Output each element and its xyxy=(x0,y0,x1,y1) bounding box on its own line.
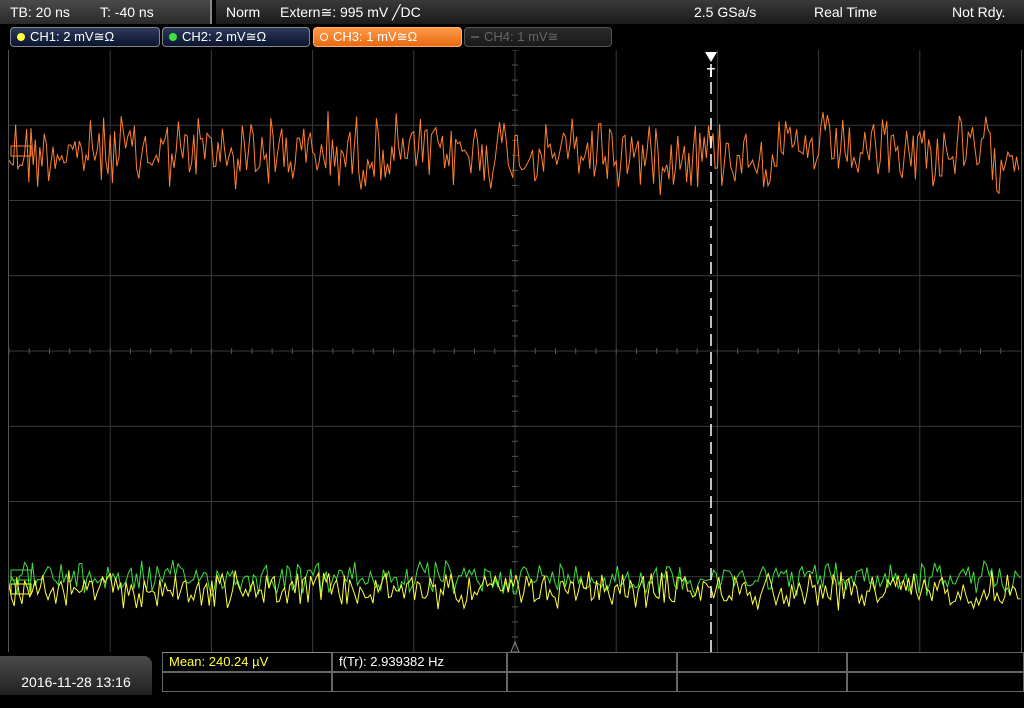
measurement-slot-4 xyxy=(677,652,847,672)
trigger-offset-label: T: -40 ns xyxy=(100,4,154,20)
channel-tab-ch2[interactable]: CH2: 2 mV≅Ω xyxy=(162,27,310,47)
measurement-mean: Mean: 240.24 µV xyxy=(162,652,332,672)
channel-tabs: CH1: 2 mV≅Ω CH2: 2 mV≅Ω CH3: 1 mV≅Ω CH4:… xyxy=(0,24,1024,50)
acquisition-mode: Real Time xyxy=(814,4,878,20)
trigger-source: Extern≅: 995 mV ╱DC xyxy=(280,4,421,20)
datetime-display: 2016-11-28 13:16 xyxy=(0,656,152,695)
measurement-slot-7 xyxy=(332,672,507,692)
channel-tab-ch3[interactable]: CH3: 1 mV≅Ω xyxy=(313,27,462,47)
sample-rate: 2.5 GSa/s xyxy=(694,4,757,20)
channel-tab-ch4[interactable]: CH4: 1 mV≅ xyxy=(464,27,612,47)
ch3-waveform xyxy=(9,111,1020,196)
timebase-box[interactable]: TB: 20 ns T: -40 ns xyxy=(0,0,212,24)
graticule: T xyxy=(9,50,1021,652)
ch1-color-icon xyxy=(17,33,25,41)
trigger-position-arrow-icon xyxy=(705,52,717,62)
top-bar: TB: 20 ns T: -40 ns Norm Extern≅: 995 mV… xyxy=(0,0,1024,24)
ch4-off-icon xyxy=(471,36,479,38)
bottom-bar: 2016-11-28 13:16 Mean: 240.24 µV f(Tr): … xyxy=(0,652,1024,695)
ch2-color-icon xyxy=(169,33,177,41)
measurement-slot-10 xyxy=(847,672,1024,692)
measurement-frequency: f(Tr): 2.939382 Hz xyxy=(332,652,507,672)
measurement-slot-8 xyxy=(507,672,677,692)
acquisition-status-bar[interactable]: Norm Extern≅: 995 mV ╱DC 2.5 GSa/s Real … xyxy=(216,0,1024,24)
measurement-table[interactable]: Mean: 240.24 µV f(Tr): 2.939382 Hz xyxy=(162,652,1024,695)
ready-state: Not Rdy. xyxy=(952,4,1006,20)
trigger-marker-label: T xyxy=(707,65,715,80)
ch3-color-icon xyxy=(320,33,328,41)
measurement-slot-9 xyxy=(677,672,847,692)
measurement-slot-6 xyxy=(162,672,332,692)
channel-tab-ch1[interactable]: CH1: 2 mV≅Ω xyxy=(10,27,160,47)
waveform-display[interactable]: T xyxy=(8,50,1022,652)
trigger-mode: Norm xyxy=(226,4,261,20)
measurement-slot-3 xyxy=(507,652,677,672)
measurement-slot-5 xyxy=(847,652,1024,672)
timebase-label: TB: 20 ns xyxy=(10,4,70,20)
